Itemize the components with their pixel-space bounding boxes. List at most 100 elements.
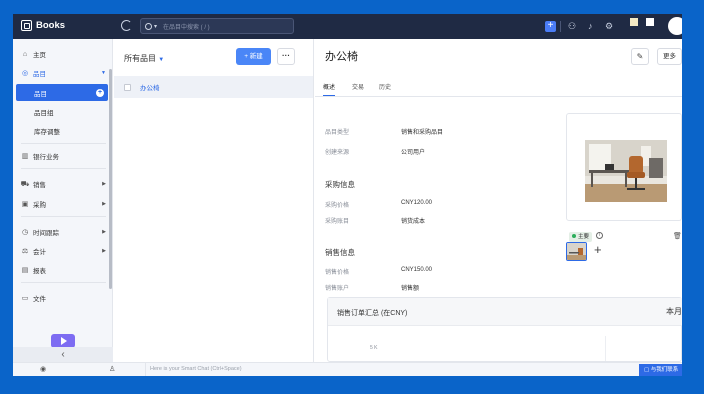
field-value-sales-account: 销售额 (401, 286, 420, 292)
search-icon[interactable] (145, 22, 152, 30)
more-button[interactable]: 更多 (657, 48, 682, 65)
sidebar-scrollbar[interactable] (109, 69, 112, 289)
image-thumbnail[interactable] (566, 242, 587, 261)
apps-icon[interactable] (646, 18, 654, 26)
sidebar-item-reports[interactable]: ▤ 报表 (13, 261, 110, 279)
contact-label: 与我们联系 (650, 367, 679, 373)
cart-icon: ⛟ (20, 180, 30, 188)
list-item[interactable]: 办公椅 (114, 76, 313, 98)
field-value-sales-price: CNY150.00 (401, 267, 433, 273)
collapse-sidebar-button[interactable]: ‹ (13, 347, 113, 362)
sidebar-item-items[interactable]: ◎ 品目 ▼ (13, 64, 110, 82)
detail-tabs: 概述 交易 历史 (315, 79, 682, 97)
accounting-icon: ⚖ (21, 248, 29, 255)
sidebar-item-label: 销售 (33, 182, 46, 189)
sidebar-item-label: 库存调整 (34, 128, 60, 136)
edit-button[interactable]: ✎ (631, 48, 649, 65)
sidebar-item-label: 银行业务 (33, 154, 59, 161)
period-selector[interactable]: 本月 (666, 306, 682, 317)
sidebar-item-purchases[interactable]: ▣ 采购 ▶ (13, 195, 110, 213)
chevron-right-icon: ▶ (102, 248, 106, 254)
quick-create-button[interactable]: + (545, 21, 556, 32)
item-detail-panel: 办公椅 ✎ 更多 概述 交易 历史 品目类型 销售和采购品目 创建来源 公司用户… (315, 39, 682, 362)
field-label-purchase-account: 采购账目 (325, 219, 350, 225)
sidebar-item-label: 品目组 (34, 109, 54, 117)
sidebar-item-label: 主页 (33, 52, 46, 59)
field-label-purchase-price: 采购价格 (325, 203, 350, 209)
pencil-icon: ✎ (636, 52, 644, 61)
add-image-button[interactable]: + (594, 243, 602, 257)
contacts-icon[interactable]: ♙ (109, 365, 115, 373)
sidebar-item-time-tracking[interactable]: ◷ 时间跟踪 ▶ (13, 223, 110, 241)
thumbnail-photo (567, 243, 586, 260)
trash-icon[interactable]: 🗑 (673, 232, 682, 240)
chart-gridline (605, 336, 606, 361)
search-box[interactable]: ▾ 在品目中搜索 ( / ) (140, 18, 294, 34)
clock-icon: ◷ (21, 229, 29, 236)
sales-order-summary-card: 销售订单汇总 (在CNY) 本月 5 K (327, 297, 682, 362)
purchase-section-title: 采购信息 (325, 180, 355, 189)
info-icon[interactable]: i (596, 232, 603, 239)
sidebar-subitem-item-groups[interactable]: 品目组 (16, 103, 108, 120)
y-axis-tick: 5 K (370, 345, 378, 351)
more-options-button[interactable]: ··· (277, 48, 295, 65)
tab-overview[interactable]: 概述 (323, 82, 336, 96)
smart-chat-input[interactable]: Here is your Smart Chat (Ctrl+Space) (150, 366, 242, 372)
chevron-down-icon: ▼ (101, 70, 106, 76)
sidebar-subitem-items[interactable]: 品目 + (16, 84, 108, 101)
trial-badge-icon[interactable] (630, 18, 638, 26)
chat-icon[interactable]: ◉ (40, 365, 46, 373)
bank-icon: ▥ (21, 153, 29, 160)
field-value-purchase-price: CNY120.00 (401, 200, 433, 206)
field-label-sales-account: 销售账户 (325, 286, 350, 292)
app-window: Books ▾ 在品目中搜索 ( / ) + ⚇ ♪ ⚙ ⌂ 主页 ◎ 品目 ▼… (13, 14, 682, 376)
item-name-link[interactable]: 办公椅 (140, 82, 160, 92)
topbar-divider (560, 21, 561, 32)
sidebar-item-label: 时间跟踪 (33, 230, 59, 237)
row-checkbox[interactable] (124, 83, 131, 91)
chart-icon: ▤ (21, 267, 29, 274)
gear-icon[interactable]: ⚙ (605, 20, 613, 32)
field-value-created-source: 公司用户 (401, 150, 426, 156)
sidebar-divider (21, 216, 106, 217)
avatar[interactable] (668, 17, 682, 35)
item-photo[interactable] (585, 140, 667, 202)
tab-transactions[interactable]: 交易 (352, 82, 364, 91)
sidebar-subitem-inventory-adjustments[interactable]: 库存调整 (16, 122, 108, 139)
sidebar-divider (21, 143, 106, 144)
sidebar-item-documents[interactable]: ▭ 文件 (13, 289, 110, 307)
new-button[interactable]: + 新建 (236, 48, 271, 65)
top-bar: Books ▾ 在品目中搜索 ( / ) + ⚇ ♪ ⚙ (13, 14, 682, 39)
sidebar-item-label: 报表 (33, 268, 46, 275)
chevron-right-icon: ▶ (102, 181, 106, 187)
message-icon: ▢ (644, 367, 651, 373)
users-icon[interactable]: ⚇ (568, 20, 576, 32)
search-input[interactable]: 在品目中搜索 ( / ) (163, 22, 210, 31)
tab-history[interactable]: 历史 (379, 82, 391, 91)
bell-icon[interactable]: ♪ (588, 20, 593, 32)
app-logo[interactable]: Books (21, 20, 65, 31)
primary-label: 主要 (578, 234, 590, 240)
sidebar-item-accountant[interactable]: ⚖ 会计 ▶ (13, 242, 110, 260)
chevron-right-icon: ▶ (102, 229, 106, 235)
page-title: 办公椅 (325, 51, 358, 63)
bag-icon: ▣ (21, 201, 29, 208)
summary-title: 销售订单汇总 (在CNY) (337, 310, 408, 317)
folder-icon: ▭ (21, 295, 29, 302)
chevron-down-icon: ▼ (158, 57, 165, 63)
sidebar-item-label: 品目 (33, 71, 46, 78)
chevron-down-icon[interactable]: ▾ (154, 23, 157, 30)
add-item-icon[interactable]: + (96, 88, 104, 97)
app-name: Books (36, 20, 66, 31)
sidebar-item-sales[interactable]: ⛟ 销售 ▶ (13, 175, 110, 193)
sidebar-item-label: 会计 (33, 249, 46, 256)
sidebar-item-home[interactable]: ⌂ 主页 (13, 45, 110, 63)
refresh-icon[interactable] (121, 20, 132, 31)
sidebar: ⌂ 主页 ◎ 品目 ▼ 品目 + 品目组 库存调整 ▥ 银行业务 ⛟ 销售 ▶ (13, 39, 113, 362)
video-promo-icon[interactable] (51, 334, 75, 348)
home-icon: ⌂ (22, 50, 28, 58)
contact-us-button[interactable]: ▢ 与我们联系 (639, 364, 682, 376)
list-view-selector[interactable]: 所有品目 ▼ (124, 53, 164, 64)
sidebar-item-banking[interactable]: ▥ 银行业务 (13, 147, 110, 165)
sales-section-title: 销售信息 (325, 248, 355, 257)
